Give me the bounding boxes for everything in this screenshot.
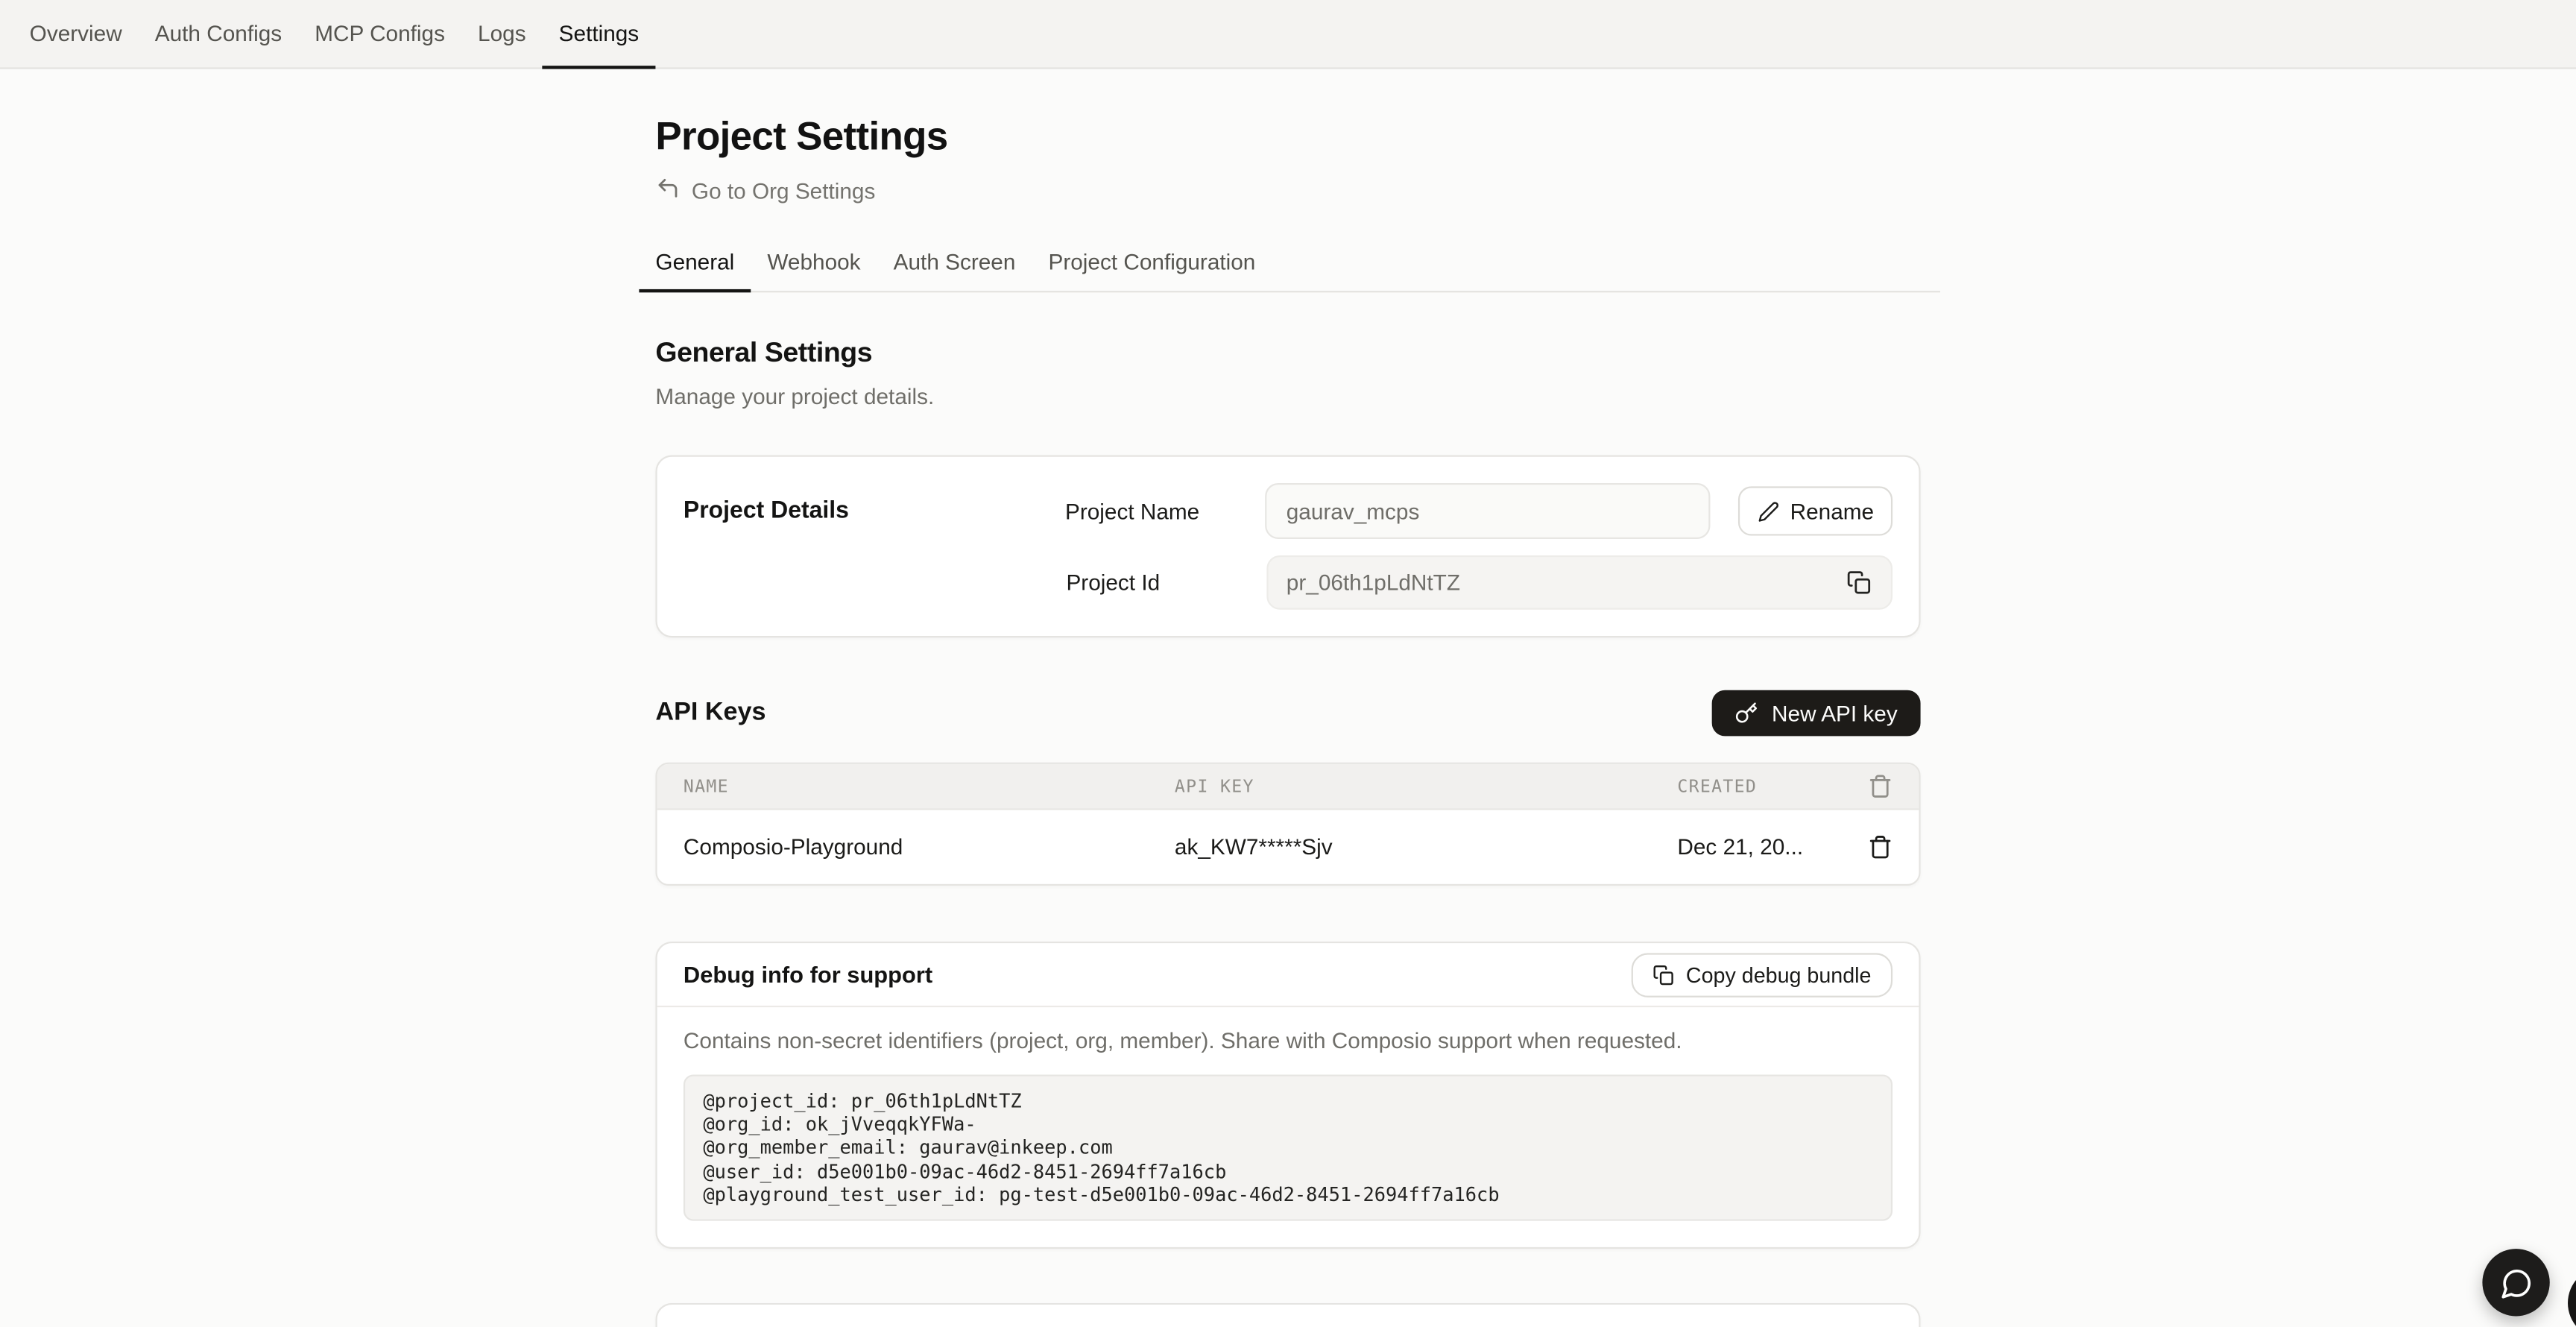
new-api-key-label: New API key	[1772, 701, 1898, 725]
table-row: Composio-Playground ak_KW7*****Sjv Dec 2…	[657, 810, 1919, 884]
back-link-label: Go to Org Settings	[692, 178, 875, 203]
pencil-icon	[1758, 500, 1779, 522]
col-header-api-key: API KEY	[1175, 776, 1677, 795]
project-details-title: Project Details	[684, 498, 1065, 524]
code-line: @org_member_email: gaurav@inkeep.com	[703, 1136, 1872, 1159]
copy-icon	[1846, 570, 1871, 595]
api-key-name: Composio-Playground	[684, 835, 1175, 860]
general-settings-subtitle: Manage your project details.	[655, 385, 1920, 409]
next-section-card-partial	[655, 1303, 1920, 1327]
go-to-org-settings-link[interactable]: Go to Org Settings	[655, 176, 875, 206]
table-header-row: NAME API KEY CREATED	[657, 764, 1919, 810]
debug-description: Contains non-secret identifiers (project…	[684, 1029, 1892, 1053]
nav-item-settings[interactable]: Settings	[543, 0, 656, 67]
trash-icon	[1868, 774, 1892, 798]
new-api-key-button[interactable]: New API key	[1713, 690, 1921, 737]
delete-api-key-button[interactable]	[1868, 835, 1892, 860]
nav-item-auth-configs[interactable]: Auth Configs	[139, 0, 298, 67]
nav-item-logs[interactable]: Logs	[461, 0, 543, 67]
debug-bundle-code: @project_id: pr_06th1pLdNtTZ @org_id: ok…	[684, 1074, 1892, 1220]
chat-bubble-icon	[2500, 1266, 2533, 1299]
nav-item-mcp-configs[interactable]: MCP Configs	[298, 0, 461, 67]
nav-item-overview[interactable]: Overview	[13, 0, 139, 67]
settings-tabs: General Webhook Auth Screen Project Conf…	[639, 250, 1940, 292]
general-settings-heading: General Settings	[655, 337, 1920, 370]
rename-button-label: Rename	[1790, 499, 1874, 523]
copy-debug-bundle-label: Copy debug bundle	[1686, 962, 1872, 987]
project-id-value: pr_06th1pLdNtTZ	[1287, 570, 1847, 595]
tab-project-configuration[interactable]: Project Configuration	[1032, 250, 1272, 291]
api-keys-header: API Keys New API key	[655, 690, 1920, 737]
project-details-card: Project Details Project Name gaurav_mcps…	[655, 456, 1920, 638]
top-nav: Overview Auth Configs MCP Configs Logs S…	[0, 0, 2576, 69]
project-id-field: pr_06th1pLdNtTZ	[1266, 555, 1892, 610]
col-header-created: CREATED	[1677, 776, 1853, 795]
tab-webhook[interactable]: Webhook	[751, 250, 877, 291]
copy-project-id-button[interactable]	[1846, 570, 1872, 596]
debug-info-card: Debug info for support Copy debug bundle…	[655, 942, 1920, 1249]
debug-card-title: Debug info for support	[684, 961, 932, 987]
code-line: @playground_test_user_id: pg-test-d5e001…	[703, 1183, 1872, 1206]
page-title: Project Settings	[655, 115, 1920, 161]
trash-icon	[1868, 835, 1892, 860]
api-key-created: Dec 21, 20...	[1677, 835, 1853, 860]
tab-general[interactable]: General	[639, 250, 751, 291]
project-id-label: Project Id	[1066, 570, 1266, 595]
col-header-name: NAME	[684, 776, 1175, 795]
project-name-input[interactable]: gaurav_mcps	[1265, 483, 1711, 539]
tab-auth-screen[interactable]: Auth Screen	[877, 250, 1032, 291]
code-line: @org_id: ok_jVveqqkYFWa-	[703, 1113, 1872, 1136]
project-name-label: Project Name	[1065, 499, 1265, 523]
api-keys-title: API Keys	[655, 699, 765, 728]
corner-up-left-icon	[655, 176, 680, 206]
key-icon	[1736, 702, 1759, 725]
code-line: @user_id: d5e001b0-09ac-46d2-8451-2694ff…	[703, 1159, 1872, 1182]
project-settings-page: Overview Auth Configs MCP Configs Logs S…	[0, 0, 2576, 1327]
rename-button[interactable]: Rename	[1739, 486, 1893, 535]
copy-icon	[1653, 964, 1675, 986]
main-area: Project Settings Go to Org Settings Gene…	[0, 69, 2576, 1327]
api-keys-table: NAME API KEY CREATED Composio-Playground…	[655, 763, 1920, 886]
copy-debug-bundle-button[interactable]: Copy debug bundle	[1632, 952, 1892, 997]
code-line: @project_id: pr_06th1pLdNtTZ	[703, 1089, 1872, 1112]
api-key-value: ak_KW7*****Sjv	[1175, 835, 1677, 860]
chat-widget-button[interactable]	[2482, 1249, 2549, 1316]
